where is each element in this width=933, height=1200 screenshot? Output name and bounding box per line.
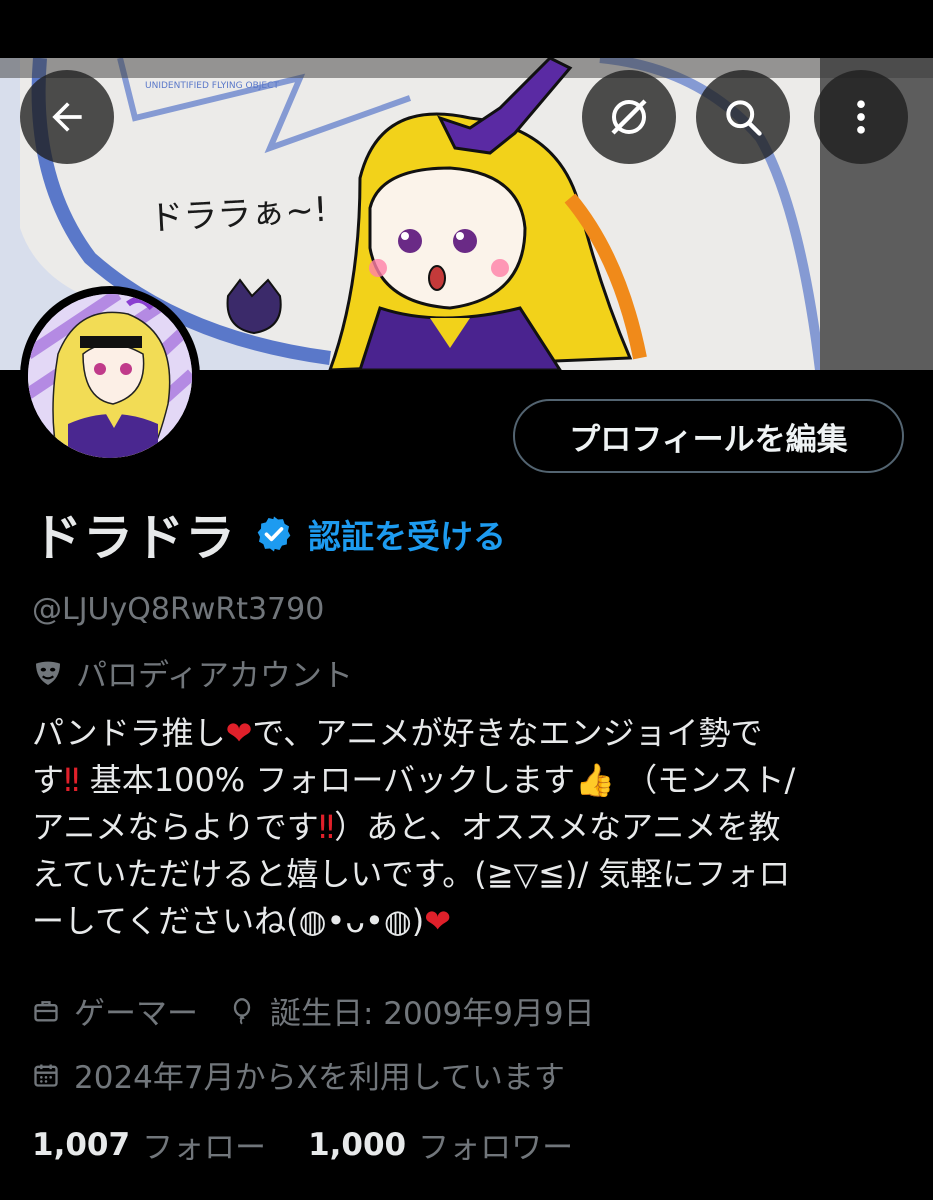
back-button[interactable] <box>20 70 114 164</box>
bio-line: す‼ 基本100% フォローバックします👍 （モンスト/ <box>32 761 796 799</box>
briefcase-icon <box>34 1000 58 1021</box>
balloon-icon <box>233 997 251 1024</box>
bio-line: えていただけると嬉しいです。(≧▽≦)/ 気軽にフォロ <box>32 855 791 893</box>
mask-icon <box>36 661 60 685</box>
double-exclamation-icon: ‼ <box>318 808 335 846</box>
more-options-button[interactable] <box>814 70 908 164</box>
bio-line: ーしてくださいね(◍•ᴗ•◍)❤ <box>32 902 452 940</box>
followers-count: 1,000 <box>308 1126 407 1163</box>
search-button[interactable] <box>696 70 790 164</box>
heart-icon: ❤ <box>225 714 253 752</box>
birthday-group: 誕生日: 2009年9月9日 <box>228 988 595 1033</box>
grok-icon <box>611 99 647 135</box>
name-row: ドラドラ 認証を受ける <box>32 498 506 570</box>
more-vertical-icon <box>857 100 865 134</box>
double-exclamation-icon: ‼ <box>64 761 80 799</box>
follow-stats: 1,007 フォロー 1,000 フォロワー <box>32 1122 573 1167</box>
following-count: 1,007 <box>32 1126 131 1163</box>
search-icon <box>726 100 762 136</box>
bio-line: パンドラ推し❤で、アニメが好きなエンジョイ勢で <box>32 714 763 752</box>
banner-badge-text: UNIDENTIFIED FLYING OBJECT <box>145 81 279 91</box>
verified-badge-icon[interactable] <box>254 514 294 554</box>
grok-button[interactable] <box>582 70 676 164</box>
following-label: フォロー <box>142 1130 267 1166</box>
edit-profile-button[interactable]: プロフィールを編集 <box>513 399 904 473</box>
profile-meta-row: ゲーマー 誕生日: 2009年9月9日 <box>32 988 595 1033</box>
parody-account-label: パロディアカウント <box>32 650 353 695</box>
followers-label: フォロワー <box>418 1130 574 1166</box>
profile-category[interactable]: ゲーマー <box>74 988 198 1033</box>
parody-label-text: パロディアカウント <box>76 658 353 694</box>
heart-icon: ❤ <box>424 902 452 940</box>
birthday-text: 誕生日: 2009年9月9日 <box>270 996 595 1032</box>
user-handle: @LJUyQ8RwRt3790 <box>32 592 325 627</box>
calendar-icon <box>34 1064 58 1087</box>
joined-date-text: 2024年7月からXを利用しています <box>74 1060 565 1096</box>
arrow-left-icon <box>52 102 82 132</box>
bio-line: アニメならよりです‼）あと、オススメなアニメを教 <box>32 808 781 846</box>
following-link[interactable]: 1,007 フォロー <box>32 1122 266 1167</box>
thumbs-up-icon: 👍 <box>575 761 615 799</box>
followers-link[interactable]: 1,000 フォロワー <box>308 1122 573 1167</box>
joined-row: 2024年7月からXを利用しています <box>32 1052 565 1097</box>
profile-bio: パンドラ推し❤で、アニメが好きなエンジョイ勢で す‼ 基本100% フォローバッ… <box>32 710 902 945</box>
profile-avatar[interactable] <box>20 286 200 466</box>
get-verified-link[interactable]: 認証を受ける <box>308 510 506 558</box>
profile-page: ドララぁ~! UNIDENTIFIED FLYING OBJECT プロフィール… <box>0 0 933 1200</box>
display-name: ドラドラ <box>32 509 236 567</box>
avatar-image <box>28 294 192 458</box>
